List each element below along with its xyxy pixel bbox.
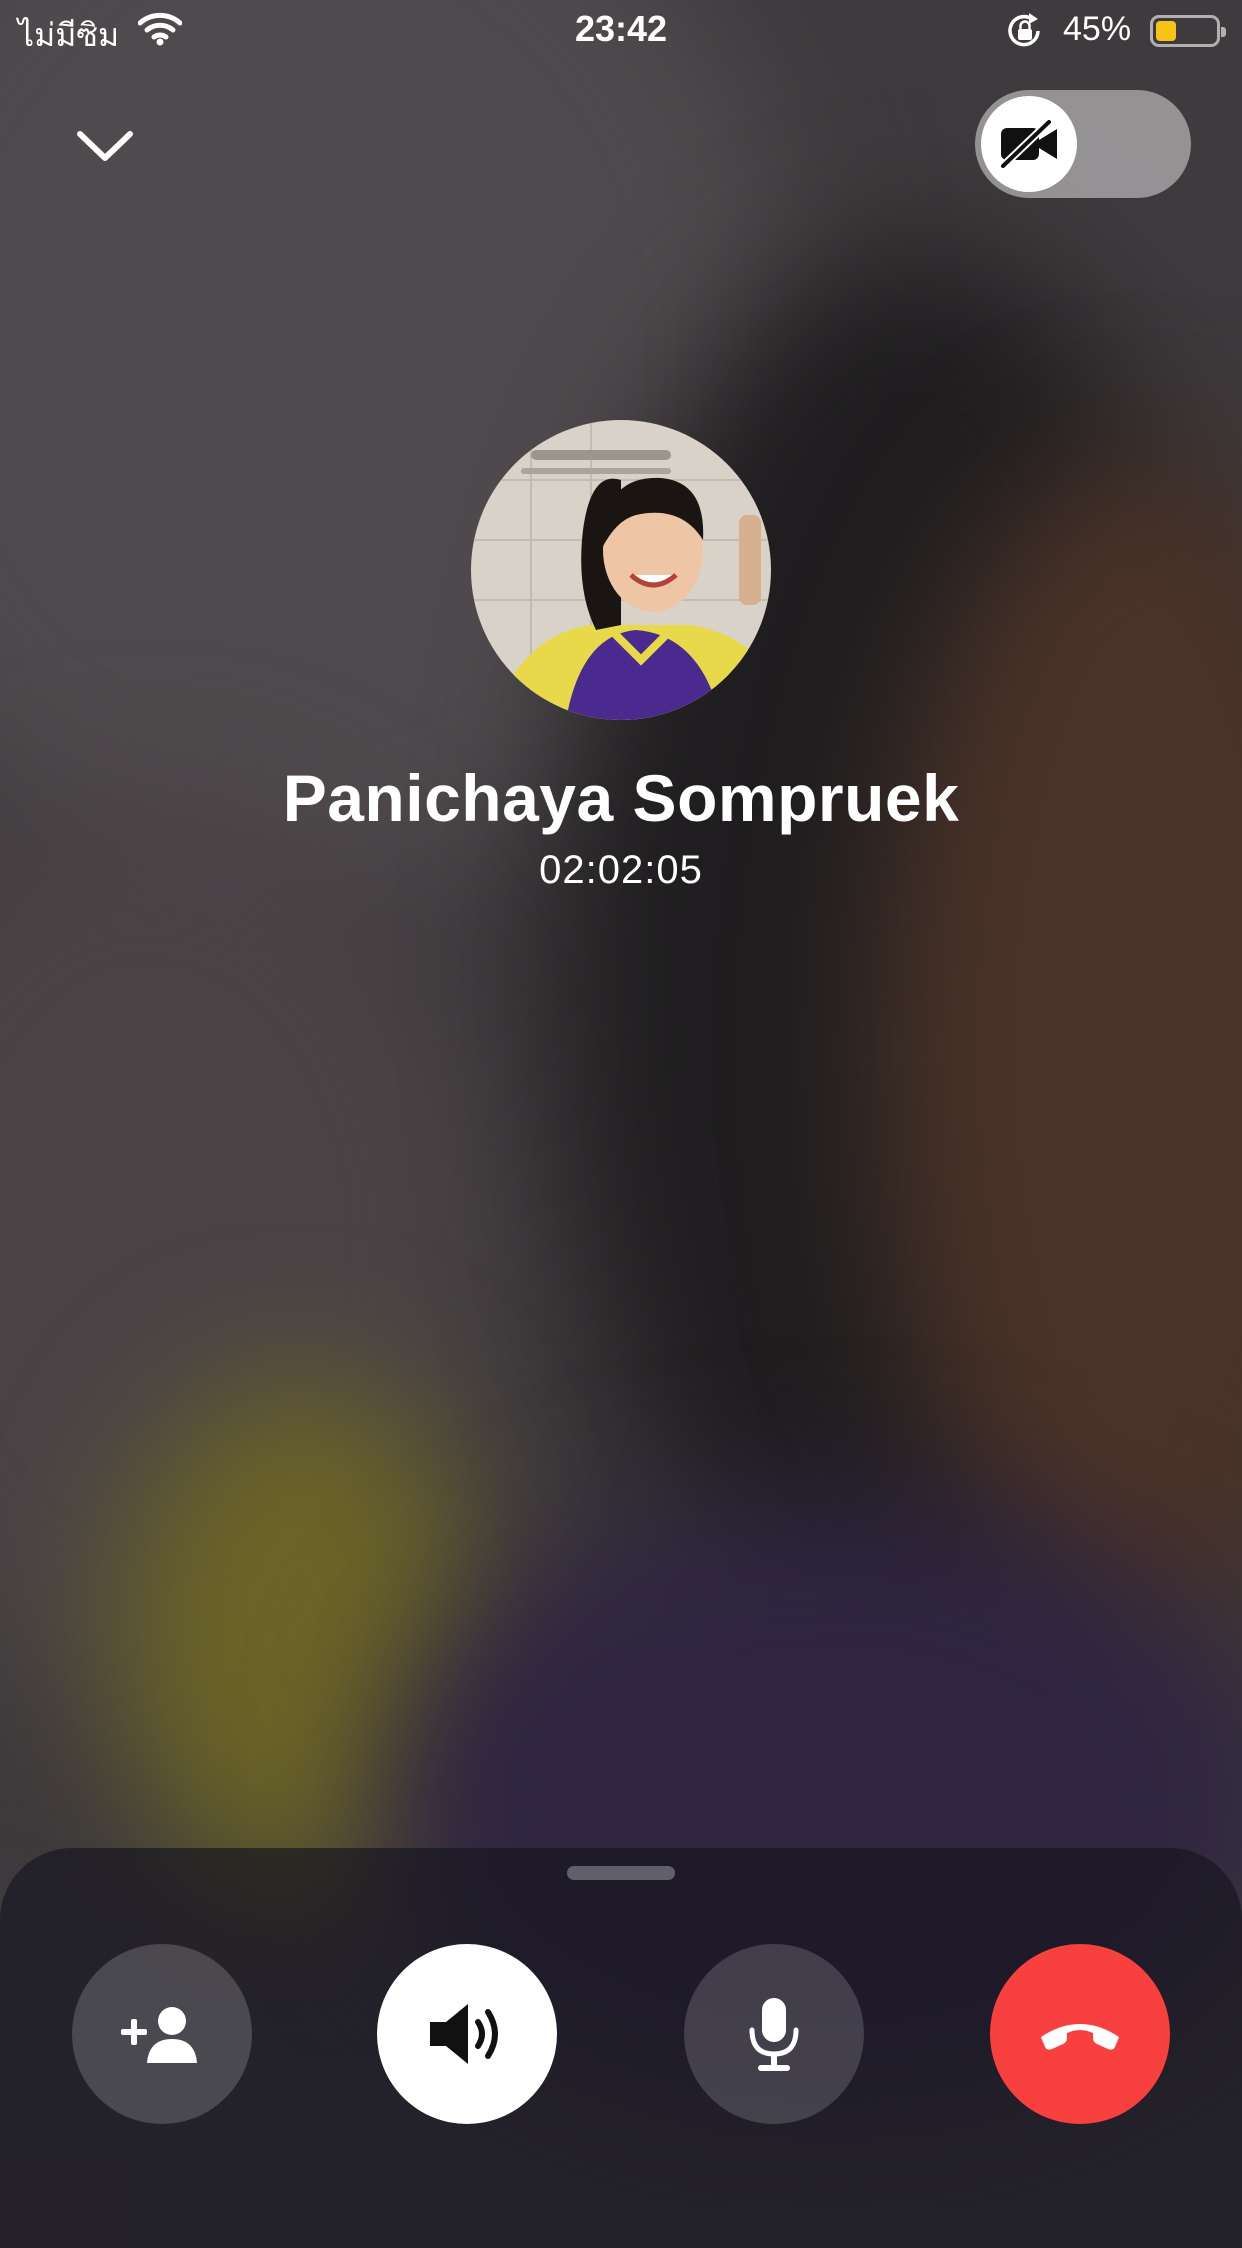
battery-percent: 45% xyxy=(1063,10,1132,48)
video-off-icon xyxy=(1000,119,1057,169)
microphone-icon xyxy=(749,1998,799,2071)
camera-toggle-knob xyxy=(981,96,1077,192)
status-bar: ไม่มีซิม 23:42 45% xyxy=(0,0,1242,62)
rotation-lock-icon xyxy=(1005,12,1045,59)
clock: 23:42 xyxy=(574,8,668,49)
camera-toggle[interactable] xyxy=(975,90,1191,198)
chevron-down-icon xyxy=(77,131,133,161)
speaker-icon xyxy=(430,2004,498,2064)
battery-icon xyxy=(1150,15,1226,47)
panel-drag-handle[interactable] xyxy=(567,1866,675,1880)
mute-button[interactable] xyxy=(684,1944,864,2124)
speaker-button[interactable] xyxy=(377,1944,557,2124)
contact-avatar xyxy=(471,420,771,720)
add-person-icon xyxy=(121,2007,197,2063)
end-call-button[interactable] xyxy=(990,1944,1170,2124)
call-duration: 02:02:05 xyxy=(539,848,703,892)
collapse-button[interactable] xyxy=(70,120,140,176)
end-call-icon xyxy=(1041,2024,1119,2050)
contact-name: Panichaya Sompruek xyxy=(282,761,960,835)
add-participant-button[interactable] xyxy=(72,1944,252,2124)
